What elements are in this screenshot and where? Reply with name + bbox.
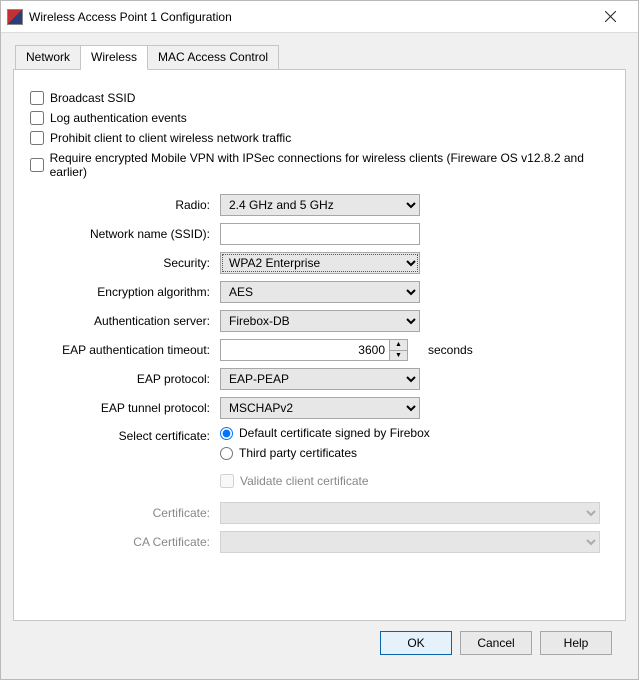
ok-button[interactable]: OK <box>380 631 452 655</box>
validate-client-row: Validate client certificate <box>220 474 609 488</box>
tabstrip: Network Wireless MAC Access Control <box>15 45 626 70</box>
broadcast-ssid-label: Broadcast SSID <box>50 91 135 105</box>
require-vpn-checkbox[interactable] <box>30 158 44 172</box>
eap-timeout-label: EAP authentication timeout: <box>30 343 220 357</box>
security-select[interactable]: WPA2 Enterprise <box>220 252 420 274</box>
validate-client-checkbox <box>220 474 234 488</box>
radio-select[interactable]: 2.4 GHz and 5 GHz <box>220 194 420 216</box>
auth-server-label: Authentication server: <box>30 314 220 328</box>
client-area: Network Wireless MAC Access Control Broa… <box>1 33 638 679</box>
ssid-input[interactable] <box>220 223 420 245</box>
prohibit-client-row[interactable]: Prohibit client to client wireless netwo… <box>30 128 609 148</box>
auth-server-select[interactable]: Firebox-DB <box>220 310 420 332</box>
tab-wireless[interactable]: Wireless <box>81 45 148 70</box>
log-auth-row[interactable]: Log authentication events <box>30 108 609 128</box>
certificate-label: Certificate: <box>30 506 220 520</box>
close-button[interactable] <box>590 3 630 31</box>
broadcast-ssid-row[interactable]: Broadcast SSID <box>30 88 609 108</box>
eap-timeout-arrows: ▲ ▼ <box>390 339 408 361</box>
cert-default-radio[interactable] <box>220 427 233 440</box>
window: Wireless Access Point 1 Configuration Ne… <box>0 0 639 680</box>
cert-default-label: Default certificate signed by Firebox <box>239 426 430 440</box>
encryption-label: Encryption algorithm: <box>30 285 220 299</box>
cert-third-row[interactable]: Third party certificates <box>220 446 609 460</box>
spinner-up-icon[interactable]: ▲ <box>390 340 407 350</box>
security-label: Security: <box>30 256 220 270</box>
radio-label: Radio: <box>30 198 220 212</box>
window-title: Wireless Access Point 1 Configuration <box>29 10 590 24</box>
eap-protocol-label: EAP protocol: <box>30 372 220 386</box>
checkbox-group: Broadcast SSID Log authentication events… <box>30 88 609 182</box>
eap-timeout-unit: seconds <box>428 343 473 357</box>
eap-tunnel-select[interactable]: MSCHAPv2 <box>220 397 420 419</box>
eap-timeout-spinner: ▲ ▼ <box>220 339 408 361</box>
require-vpn-row[interactable]: Require encrypted Mobile VPN with IPSec … <box>30 148 609 182</box>
form-grid: Radio: 2.4 GHz and 5 GHz Network name (S… <box>30 194 609 488</box>
tab-mac-access[interactable]: MAC Access Control <box>148 45 279 70</box>
select-cert-label: Select certificate: <box>30 426 220 443</box>
titlebar: Wireless Access Point 1 Configuration <box>1 1 638 33</box>
prohibit-client-checkbox[interactable] <box>30 131 44 145</box>
certificate-select <box>220 502 600 524</box>
eap-timeout-input[interactable] <box>220 339 390 361</box>
validate-client-label: Validate client certificate <box>240 474 369 488</box>
help-button[interactable]: Help <box>540 631 612 655</box>
ssid-label: Network name (SSID): <box>30 227 220 241</box>
eap-protocol-select[interactable]: EAP-PEAP <box>220 368 420 390</box>
tabpanel-wireless: Broadcast SSID Log authentication events… <box>13 69 626 621</box>
broadcast-ssid-checkbox[interactable] <box>30 91 44 105</box>
log-auth-label: Log authentication events <box>50 111 187 125</box>
app-icon <box>7 9 23 25</box>
ca-certificate-label: CA Certificate: <box>30 535 220 549</box>
require-vpn-label: Require encrypted Mobile VPN with IPSec … <box>50 151 609 179</box>
tab-network[interactable]: Network <box>15 45 81 70</box>
prohibit-client-label: Prohibit client to client wireless netwo… <box>50 131 291 145</box>
close-icon <box>605 11 616 22</box>
cert-grid: Certificate: CA Certificate: <box>30 502 609 553</box>
cert-third-label: Third party certificates <box>239 446 357 460</box>
log-auth-checkbox[interactable] <box>30 111 44 125</box>
cert-radio-group: Default certificate signed by Firebox Th… <box>220 426 609 488</box>
spinner-down-icon[interactable]: ▼ <box>390 350 407 361</box>
cert-third-radio[interactable] <box>220 447 233 460</box>
button-row: OK Cancel Help <box>13 621 626 669</box>
eap-tunnel-label: EAP tunnel protocol: <box>30 401 220 415</box>
cert-default-row[interactable]: Default certificate signed by Firebox <box>220 426 609 440</box>
encryption-select[interactable]: AES <box>220 281 420 303</box>
ca-certificate-select <box>220 531 600 553</box>
cancel-button[interactable]: Cancel <box>460 631 532 655</box>
